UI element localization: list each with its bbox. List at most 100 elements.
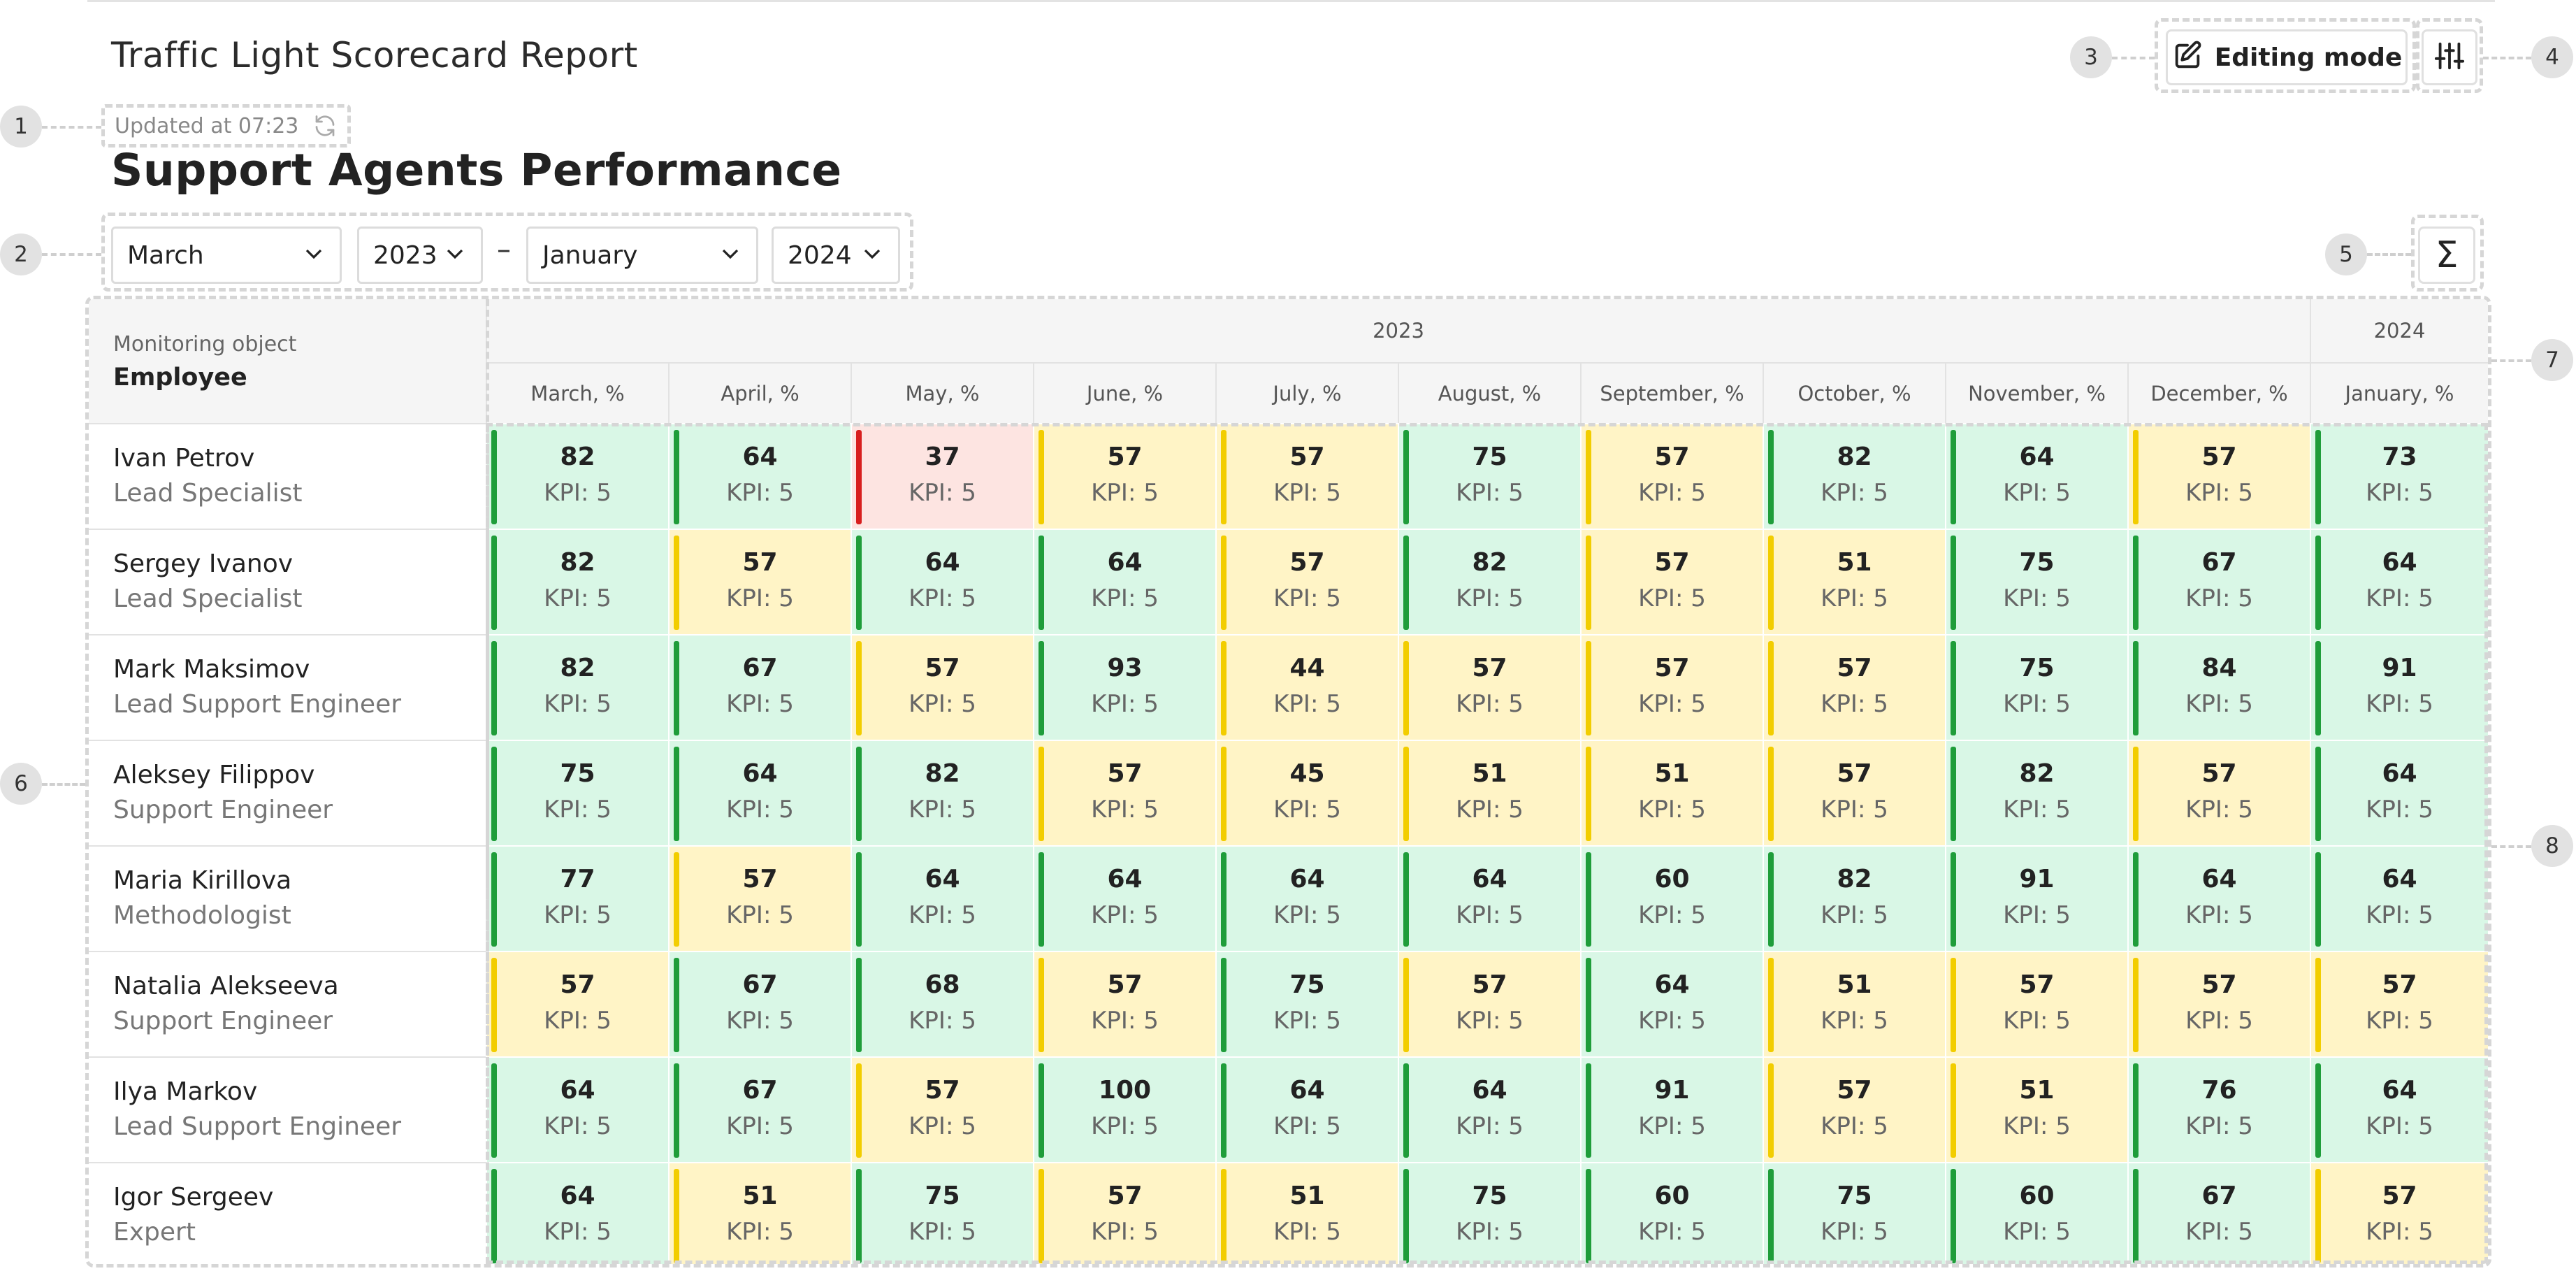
kpi-cell[interactable]: 73 KPI: 5 (2310, 423, 2488, 529)
kpi-cell[interactable]: 57 KPI: 5 (1763, 1056, 1945, 1162)
employee-row-header[interactable]: Maria Kirillova Methodologist (89, 845, 486, 951)
kpi-cell[interactable]: 67 KPI: 5 (668, 951, 851, 1056)
kpi-cell[interactable]: 57 KPI: 5 (1215, 423, 1398, 529)
kpi-cell[interactable]: 64 KPI: 5 (1033, 845, 1215, 951)
month-column-header[interactable]: July, % (1215, 362, 1398, 423)
kpi-cell[interactable]: 57 KPI: 5 (1763, 740, 1945, 845)
kpi-cell[interactable]: 68 KPI: 5 (851, 951, 1033, 1056)
refresh-icon[interactable] (311, 113, 339, 138)
kpi-cell[interactable]: 64 KPI: 5 (486, 1056, 668, 1162)
kpi-cell[interactable]: 60 KPI: 5 (1945, 1162, 2127, 1264)
kpi-cell[interactable]: 64 KPI: 5 (1580, 951, 1763, 1056)
kpi-cell[interactable]: 64 KPI: 5 (1945, 423, 2127, 529)
month-column-header[interactable]: May, % (851, 362, 1033, 423)
kpi-cell[interactable]: 57 KPI: 5 (2127, 423, 2310, 529)
kpi-cell[interactable]: 93 KPI: 5 (1033, 634, 1215, 740)
updated-status[interactable]: Updated at 07:23 (101, 104, 352, 148)
employee-row-header[interactable]: Aleksey Filippov Support Engineer (89, 740, 486, 845)
kpi-cell[interactable]: 82 KPI: 5 (486, 423, 668, 529)
kpi-cell[interactable]: 82 KPI: 5 (1763, 845, 1945, 951)
to-month-select[interactable]: January (526, 227, 758, 284)
kpi-cell[interactable]: 45 KPI: 5 (1215, 740, 1398, 845)
employee-row-header[interactable]: Ilya Markov Lead Support Engineer (89, 1056, 486, 1162)
kpi-cell[interactable]: 64 KPI: 5 (668, 740, 851, 845)
kpi-cell[interactable]: 57 KPI: 5 (851, 1056, 1033, 1162)
month-column-header[interactable]: September, % (1580, 362, 1763, 423)
kpi-cell[interactable]: 57 KPI: 5 (1215, 529, 1398, 634)
kpi-cell[interactable]: 64 KPI: 5 (668, 423, 851, 529)
from-month-select[interactable]: March (111, 227, 342, 284)
kpi-cell[interactable]: 67 KPI: 5 (668, 634, 851, 740)
kpi-cell[interactable]: 75 KPI: 5 (1763, 1162, 1945, 1264)
kpi-cell[interactable]: 64 KPI: 5 (1215, 1056, 1398, 1162)
kpi-cell[interactable]: 75 KPI: 5 (1398, 423, 1580, 529)
employee-row-header[interactable]: Mark Maksimov Lead Support Engineer (89, 634, 486, 740)
kpi-cell[interactable]: 100 KPI: 5 (1033, 1056, 1215, 1162)
kpi-cell[interactable]: 64 KPI: 5 (1215, 845, 1398, 951)
month-column-header[interactable]: November, % (1945, 362, 2127, 423)
employee-row-header[interactable]: Natalia Alekseeva Support Engineer (89, 951, 486, 1056)
kpi-cell[interactable]: 57 KPI: 5 (2310, 951, 2488, 1056)
kpi-cell[interactable]: 75 KPI: 5 (1215, 951, 1398, 1056)
month-column-header[interactable]: March, % (486, 362, 668, 423)
kpi-cell[interactable]: 64 KPI: 5 (851, 845, 1033, 951)
month-column-header[interactable]: December, % (2127, 362, 2310, 423)
kpi-cell[interactable]: 77 KPI: 5 (486, 845, 668, 951)
kpi-cell[interactable]: 57 KPI: 5 (1033, 423, 1215, 529)
kpi-cell[interactable]: 51 KPI: 5 (1763, 529, 1945, 634)
kpi-cell[interactable]: 84 KPI: 5 (2127, 634, 2310, 740)
kpi-cell[interactable]: 57 KPI: 5 (1580, 423, 1763, 529)
kpi-cell[interactable]: 57 KPI: 5 (1398, 634, 1580, 740)
kpi-cell[interactable]: 82 KPI: 5 (1763, 423, 1945, 529)
kpi-cell[interactable]: 51 KPI: 5 (1580, 740, 1763, 845)
from-year-select[interactable]: 2023 (357, 227, 483, 284)
kpi-cell[interactable]: 82 KPI: 5 (851, 740, 1033, 845)
kpi-cell[interactable]: 57 KPI: 5 (2127, 951, 2310, 1056)
kpi-cell[interactable]: 64 KPI: 5 (2310, 740, 2488, 845)
kpi-cell[interactable]: 37 KPI: 5 (851, 423, 1033, 529)
to-year-select[interactable]: 2024 (772, 227, 900, 284)
kpi-cell[interactable]: 75 KPI: 5 (1398, 1162, 1580, 1264)
kpi-cell[interactable]: 57 KPI: 5 (851, 634, 1033, 740)
employee-row-header[interactable]: Sergey Ivanov Lead Specialist (89, 529, 486, 634)
kpi-cell[interactable]: 51 KPI: 5 (1215, 1162, 1398, 1264)
kpi-cell[interactable]: 57 KPI: 5 (668, 845, 851, 951)
kpi-cell[interactable]: 51 KPI: 5 (1398, 740, 1580, 845)
kpi-cell[interactable]: 51 KPI: 5 (1763, 951, 1945, 1056)
month-column-header[interactable]: June, % (1033, 362, 1215, 423)
kpi-cell[interactable]: 64 KPI: 5 (1033, 529, 1215, 634)
kpi-cell[interactable]: 82 KPI: 5 (1945, 740, 2127, 845)
kpi-cell[interactable]: 75 KPI: 5 (1945, 634, 2127, 740)
kpi-cell[interactable]: 64 KPI: 5 (2310, 845, 2488, 951)
kpi-cell[interactable]: 82 KPI: 5 (486, 529, 668, 634)
kpi-cell[interactable]: 67 KPI: 5 (2127, 529, 2310, 634)
kpi-cell[interactable]: 75 KPI: 5 (486, 740, 668, 845)
kpi-cell[interactable]: 57 KPI: 5 (668, 529, 851, 634)
kpi-cell[interactable]: 57 KPI: 5 (1033, 1162, 1215, 1264)
month-column-header[interactable]: August, % (1398, 362, 1580, 423)
kpi-cell[interactable]: 57 KPI: 5 (486, 951, 668, 1056)
month-column-header[interactable]: October, % (1763, 362, 1945, 423)
kpi-cell[interactable]: 82 KPI: 5 (1398, 529, 1580, 634)
kpi-cell[interactable]: 64 KPI: 5 (851, 529, 1033, 634)
kpi-cell[interactable]: 91 KPI: 5 (2310, 634, 2488, 740)
kpi-cell[interactable]: 57 KPI: 5 (1580, 529, 1763, 634)
settings-button[interactable] (2422, 29, 2477, 85)
editing-mode-button[interactable]: Editing mode (2166, 29, 2408, 85)
kpi-cell[interactable]: 57 KPI: 5 (1580, 634, 1763, 740)
kpi-cell[interactable]: 64 KPI: 5 (2310, 1056, 2488, 1162)
kpi-cell[interactable]: 60 KPI: 5 (1580, 1162, 1763, 1264)
employee-row-header[interactable]: Igor Sergeev Expert (89, 1162, 486, 1264)
kpi-cell[interactable]: 75 KPI: 5 (1945, 529, 2127, 634)
kpi-cell[interactable]: 64 KPI: 5 (486, 1162, 668, 1264)
kpi-cell[interactable]: 57 KPI: 5 (1763, 634, 1945, 740)
kpi-cell[interactable]: 67 KPI: 5 (2127, 1162, 2310, 1264)
month-column-header[interactable]: January, % (2310, 362, 2488, 423)
kpi-cell[interactable]: 57 KPI: 5 (1033, 951, 1215, 1056)
kpi-cell[interactable]: 75 KPI: 5 (851, 1162, 1033, 1264)
kpi-cell[interactable]: 82 KPI: 5 (486, 634, 668, 740)
kpi-cell[interactable]: 60 KPI: 5 (1580, 845, 1763, 951)
kpi-cell[interactable]: 57 KPI: 5 (2310, 1162, 2488, 1264)
kpi-cell[interactable]: 64 KPI: 5 (2310, 529, 2488, 634)
kpi-cell[interactable]: 64 KPI: 5 (2127, 845, 2310, 951)
